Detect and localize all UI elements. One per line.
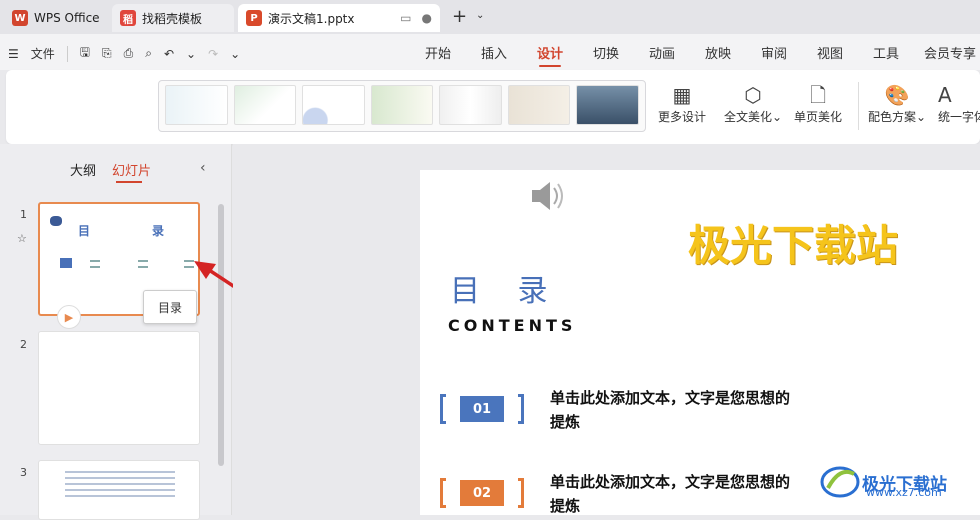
slide-title: 目 录: [450, 274, 562, 309]
item-number: 02: [460, 480, 504, 506]
item-number: 01: [460, 396, 504, 422]
bracket-right: [518, 394, 524, 424]
watermark-text: 极光下载站: [688, 221, 899, 270]
bracket-right: [518, 478, 524, 508]
item-text[interactable]: 单击此处添加文本，文字是您思想的提炼: [550, 470, 790, 518]
brand-url: www.xz7.com: [866, 486, 942, 499]
brand-logo-icon: [820, 466, 860, 498]
site-watermark: 极光下载站 www.xz7.com: [818, 462, 947, 502]
bracket-left: [440, 394, 446, 424]
bracket-left: [440, 478, 446, 508]
contents-item-2[interactable]: 02: [440, 478, 524, 508]
slide-subtitle: CONTENTS: [448, 316, 577, 335]
contents-item-1[interactable]: 01: [440, 394, 524, 424]
item-text[interactable]: 单击此处添加文本，文字是您思想的提炼: [550, 386, 790, 434]
speaker-icon[interactable]: [528, 178, 568, 214]
